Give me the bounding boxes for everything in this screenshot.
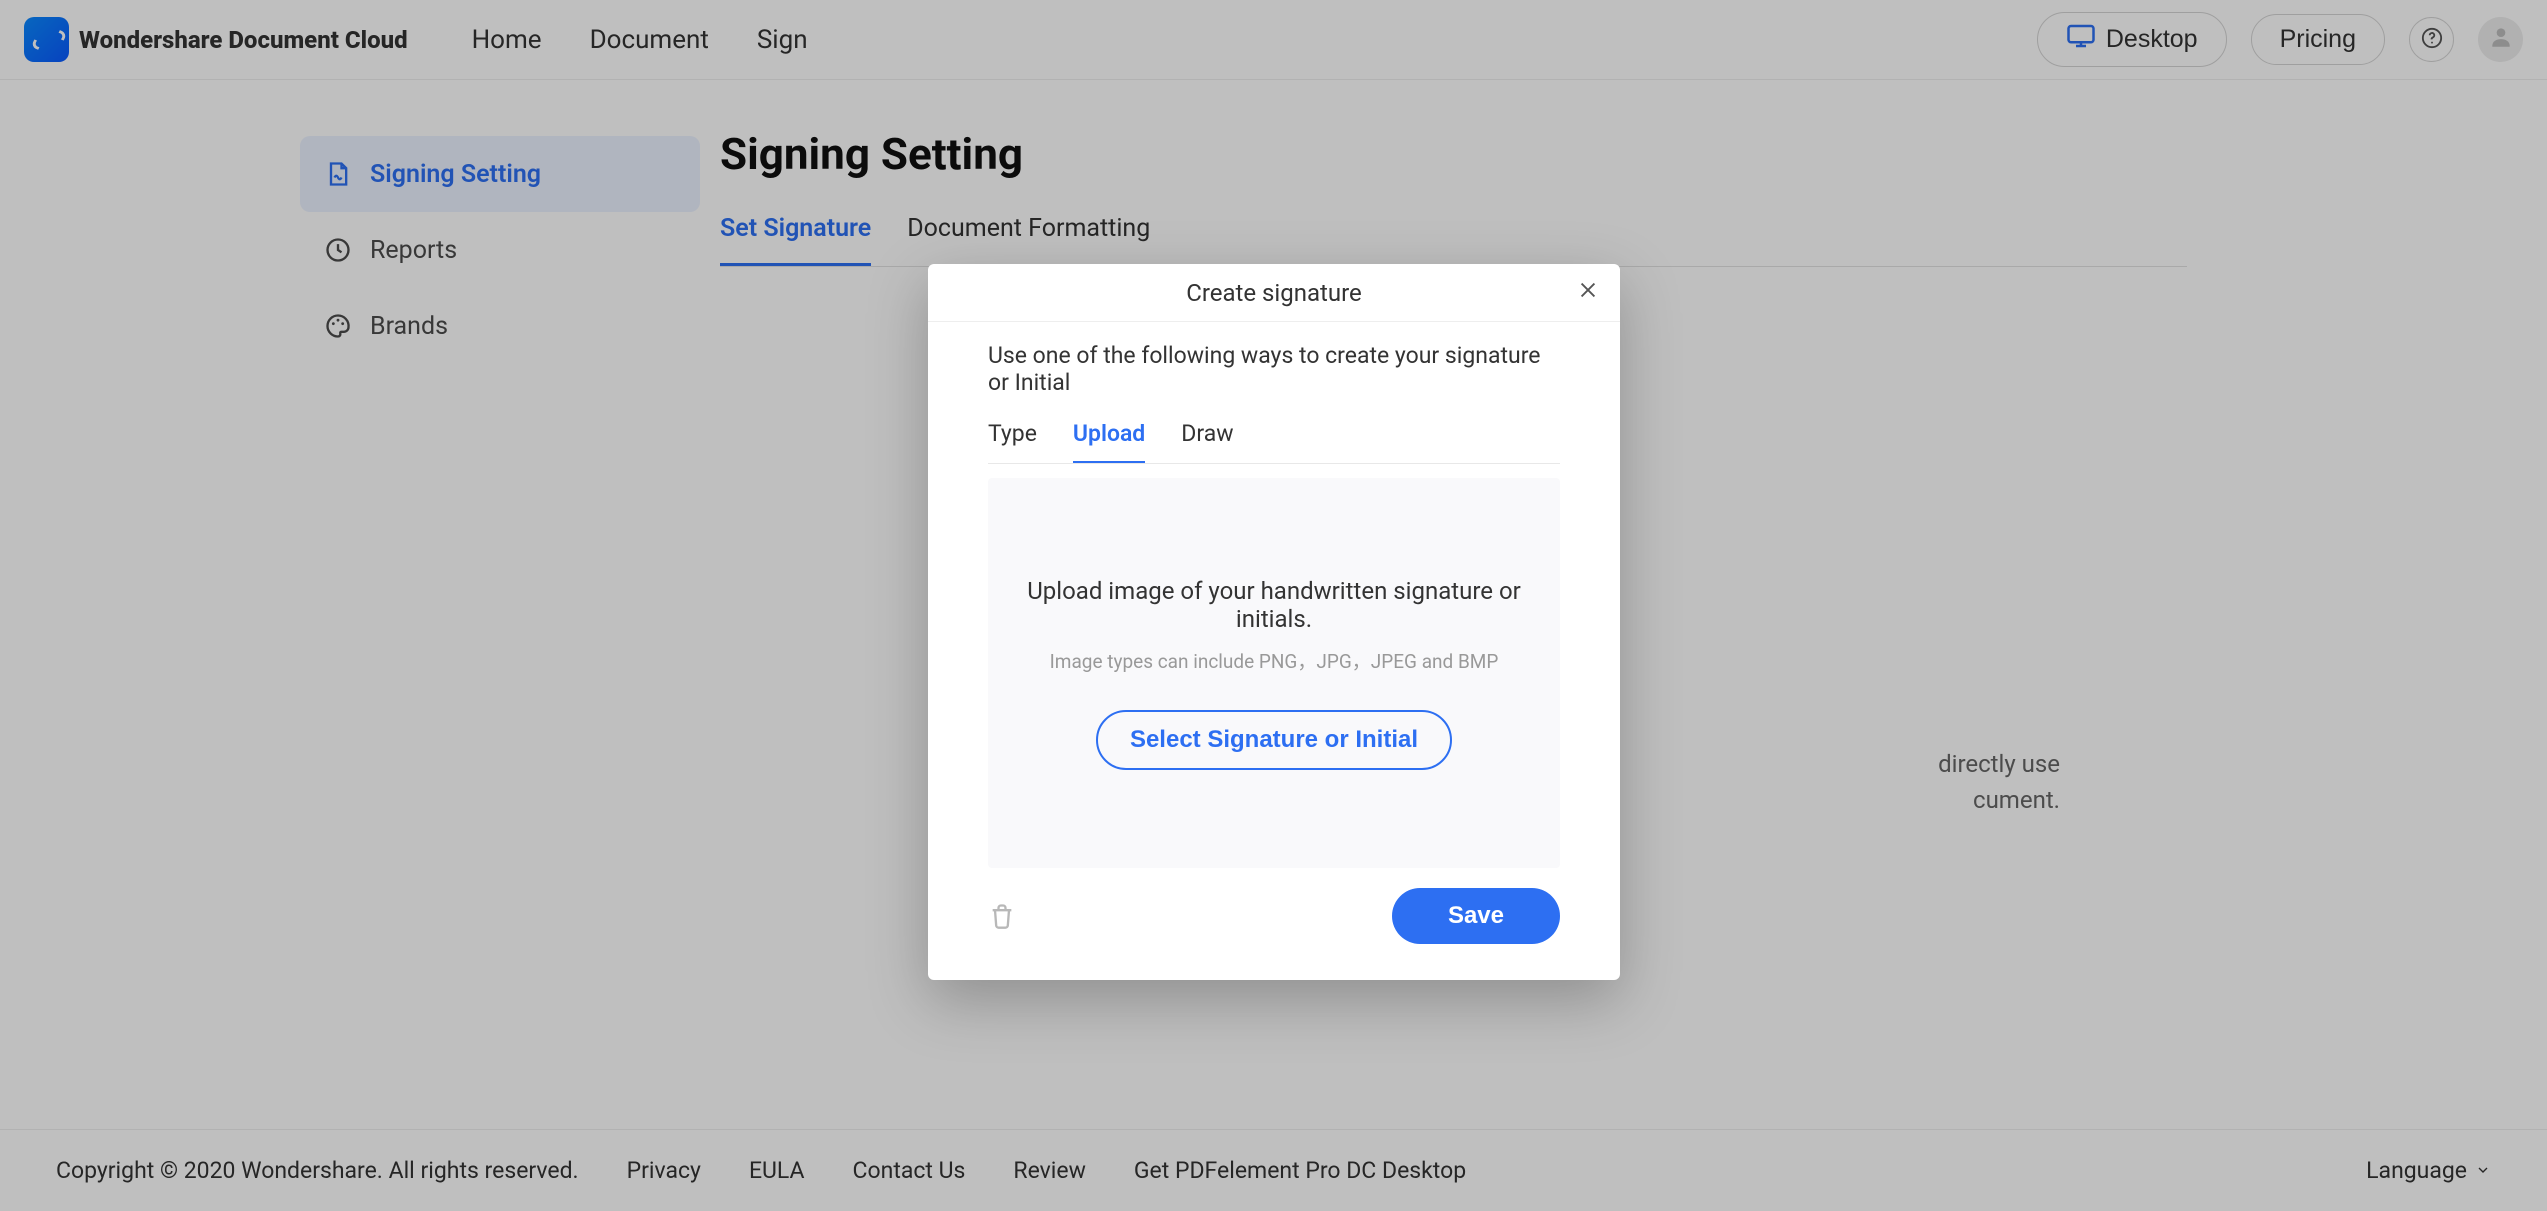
modal-tabs: Type Upload Draw <box>988 414 1560 464</box>
modal-description: Use one of the following ways to create … <box>988 342 1560 396</box>
modal-tab-draw[interactable]: Draw <box>1181 414 1233 463</box>
modal-tab-upload[interactable]: Upload <box>1073 414 1145 463</box>
select-signature-button-label: Select Signature or Initial <box>1130 726 1418 754</box>
save-button-label: Save <box>1448 902 1504 929</box>
delete-signature-button[interactable] <box>988 902 1016 930</box>
create-signature-modal: Create signature Use one of the followin… <box>928 264 1620 980</box>
modal-title: Create signature <box>1186 279 1362 307</box>
select-signature-button[interactable]: Select Signature or Initial <box>1096 710 1452 770</box>
modal-header: Create signature <box>928 264 1620 322</box>
modal-footer: Save <box>928 868 1620 944</box>
upload-subtext: Image types can include PNG，JPG，JPEG and… <box>1050 647 1499 674</box>
modal-tab-type[interactable]: Type <box>988 414 1037 463</box>
save-button[interactable]: Save <box>1392 888 1560 944</box>
close-icon <box>1577 279 1599 307</box>
upload-dropzone[interactable]: Upload image of your handwritten signatu… <box>988 478 1560 868</box>
modal-close-button[interactable] <box>1570 275 1606 311</box>
modal-body: Use one of the following ways to create … <box>928 322 1620 868</box>
upload-headline: Upload image of your handwritten signatu… <box>1008 577 1540 633</box>
trash-icon <box>988 909 1016 936</box>
